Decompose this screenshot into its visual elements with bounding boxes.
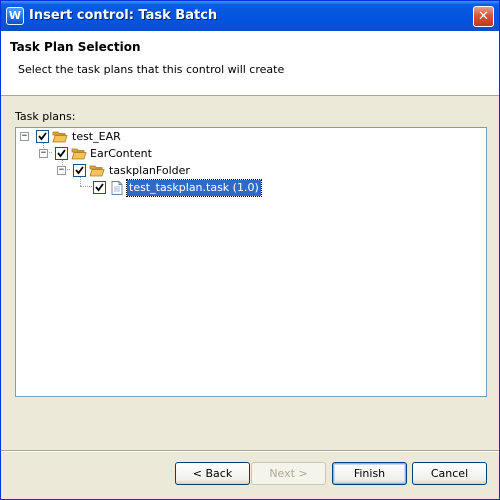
checkbox-test-taskplan[interactable] [93,181,106,194]
close-button[interactable]: ✕ [473,6,494,27]
tree-node-earcontent[interactable]: − EarContent [16,146,486,162]
open-folder-icon [71,148,87,160]
back-button[interactable]: < Back [175,462,250,485]
open-folder-icon [89,165,105,177]
footer-separator [1,450,499,452]
tree-node-label: EarContent [90,147,152,160]
task-plans-label: Task plans: [15,110,76,123]
check-mark-icon [95,183,104,192]
tree-node-test-ear[interactable]: − test_EAR [16,129,486,145]
task-plan-tree[interactable]: − test_EAR − EarContent − taskplanFolder… [15,127,487,397]
next-button[interactable]: Next > [251,462,326,485]
file-icon [111,181,123,195]
tree-node-label: test_EAR [72,130,121,143]
cancel-button[interactable]: Cancel [412,462,487,485]
check-mark-icon [57,149,66,158]
checkbox-earcontent[interactable] [55,147,68,160]
collapse-toggle[interactable]: − [39,149,48,158]
check-mark-icon [38,132,47,141]
wizard-header: Task Plan Selection Select the task plan… [1,31,499,96]
checkbox-test-ear[interactable] [36,130,49,143]
tree-node-taskplanfolder[interactable]: − taskplanFolder [16,163,486,179]
tree-node-label-selected: test_taskplan.task (1.0) [126,179,262,197]
tree-node-test-taskplan[interactable]: test_taskplan.task (1.0) [16,179,486,197]
page-description: Select the task plans that this control … [18,63,285,76]
collapse-toggle[interactable]: − [57,166,66,175]
title-bar[interactable]: W Insert control: Task Batch ✕ [1,1,499,31]
app-icon: W [6,7,24,25]
open-folder-icon [52,131,68,143]
check-mark-icon [75,166,84,175]
collapse-toggle[interactable]: − [20,132,29,141]
tree-node-label: taskplanFolder [109,164,190,177]
checkbox-taskplanfolder[interactable] [73,164,86,177]
dialog-window: W Insert control: Task Batch ✕ Task Plan… [0,0,500,500]
page-title: Task Plan Selection [10,40,141,54]
finish-button[interactable]: Finish [332,462,407,485]
window-title: Insert control: Task Batch [29,8,218,23]
